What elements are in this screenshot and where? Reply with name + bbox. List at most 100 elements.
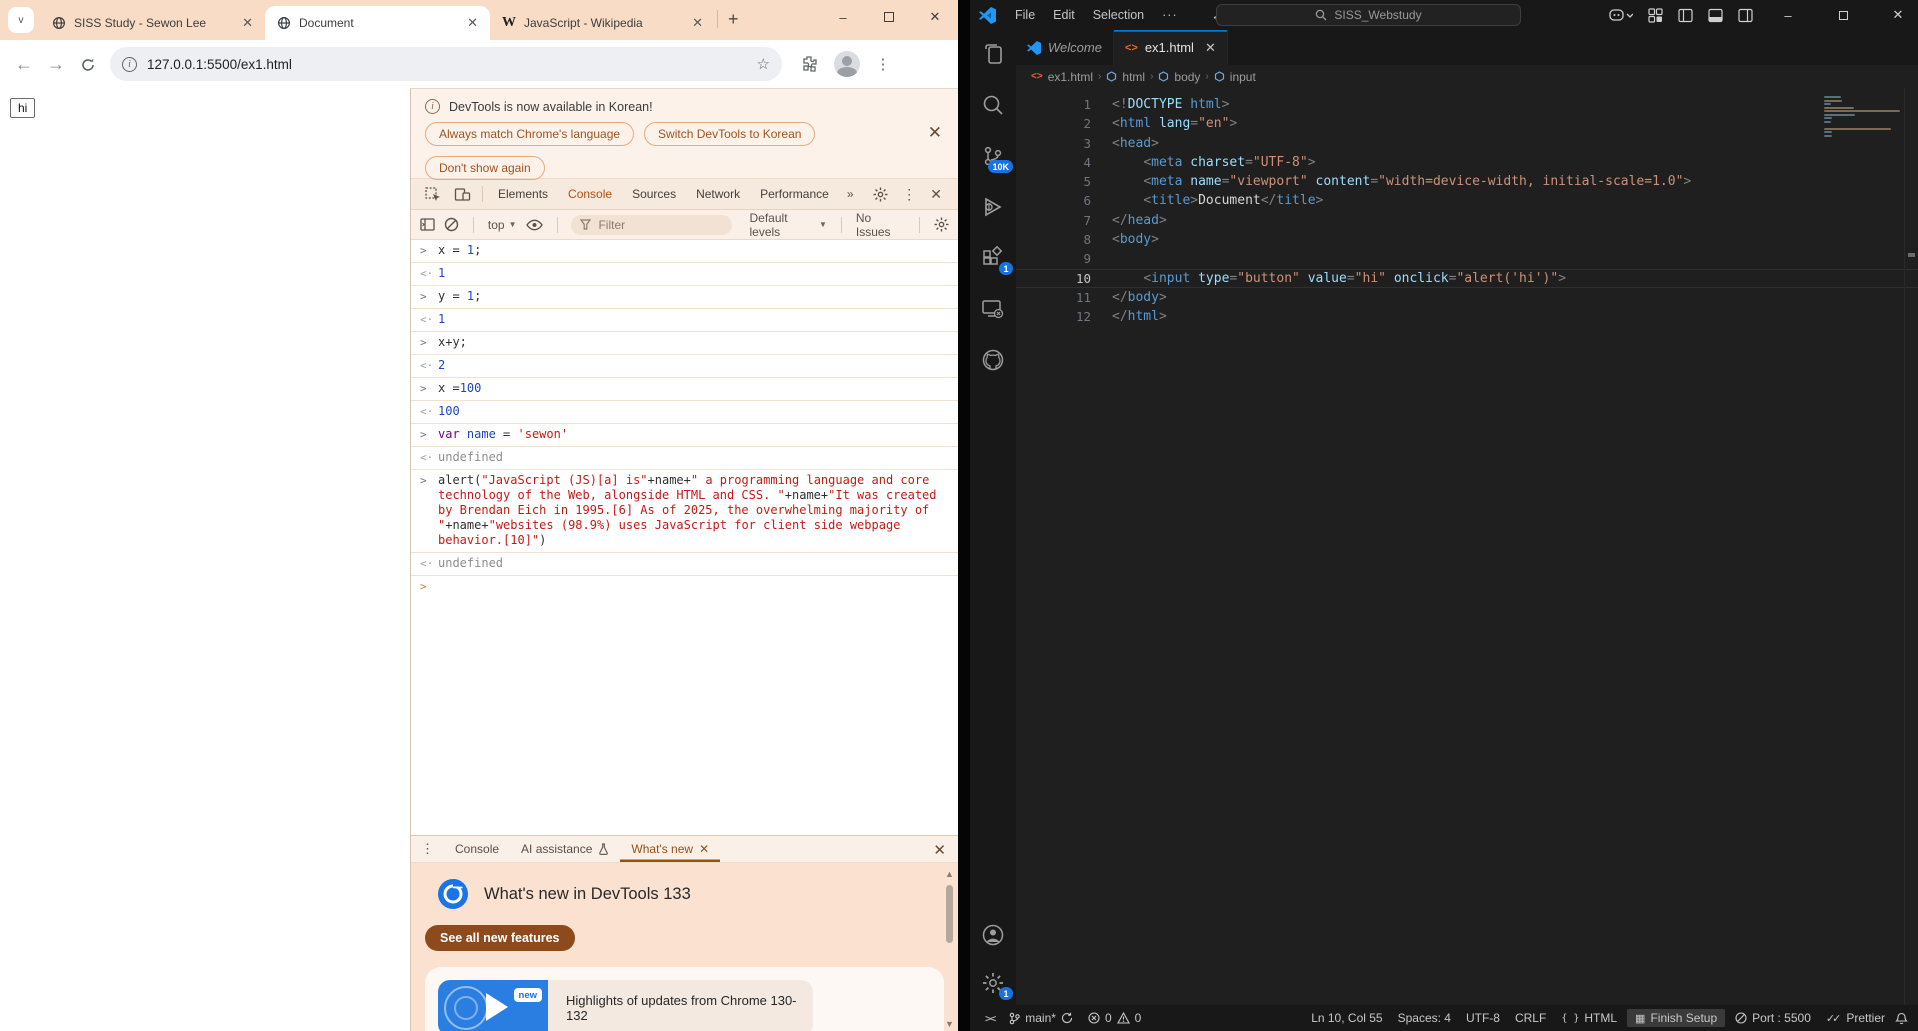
search-icon[interactable]: [981, 93, 1005, 117]
menu-more-icon[interactable]: ···: [1153, 8, 1187, 22]
forward-button[interactable]: →: [40, 54, 72, 75]
vscode-close-button[interactable]: ✕: [1878, 0, 1918, 30]
language-mode[interactable]: { } HTML: [1556, 1011, 1622, 1025]
code-line[interactable]: 3<head>: [1016, 134, 1918, 153]
whats-new-scrollbar[interactable]: ▲ ▼: [944, 869, 955, 1031]
code-line[interactable]: 7</head>: [1016, 211, 1918, 230]
site-info-icon[interactable]: i: [122, 57, 137, 72]
url-text[interactable]: 127.0.0.1:5500/ex1.html: [147, 57, 757, 72]
console-filter-input[interactable]: Filter: [571, 215, 731, 235]
tab-ex1-html[interactable]: <> ex1.html ✕: [1114, 30, 1228, 65]
video-thumbnail[interactable]: new: [438, 980, 548, 1031]
console-out-row[interactable]: <·undefined: [411, 447, 958, 470]
copilot-icon[interactable]: [1609, 8, 1633, 22]
tab-welcome[interactable]: Welcome: [1016, 30, 1114, 65]
live-server-port[interactable]: Port : 5500: [1730, 1011, 1816, 1025]
prettier-item[interactable]: ✓✓ Prettier: [1821, 1011, 1890, 1025]
reload-button[interactable]: [72, 54, 104, 75]
clear-console-icon[interactable]: [444, 217, 459, 232]
scrollbar-thumb[interactable]: [946, 885, 953, 943]
profile-avatar[interactable]: [834, 51, 860, 77]
devtools-close-icon[interactable]: ✕: [930, 186, 942, 203]
toggle-sidebar-icon[interactable]: [1678, 8, 1693, 23]
code-line[interactable]: 6 <title>Document</title>: [1016, 191, 1918, 210]
drawer-tab-ai-assistance[interactable]: AI assistance: [510, 836, 620, 862]
code-line[interactable]: 8<body>: [1016, 230, 1918, 249]
encoding[interactable]: UTF-8: [1461, 1011, 1505, 1025]
code-line[interactable]: 2<html lang="en">: [1016, 114, 1918, 133]
remote-indicator[interactable]: ><: [980, 1012, 999, 1025]
console-log[interactable]: >x = 1;<·1>y = 1;<·1>x+y;<·2>x =100<·100…: [411, 240, 958, 835]
breadcrumb-file[interactable]: ex1.html: [1048, 70, 1093, 84]
console-prompt[interactable]: >: [411, 576, 958, 583]
tab-close-icon[interactable]: ✕: [1205, 40, 1216, 56]
eol-sequence[interactable]: CRLF: [1510, 1011, 1551, 1025]
finish-setup-item[interactable]: ▦ Finish Setup: [1627, 1009, 1725, 1027]
source-control-icon[interactable]: 10K: [981, 144, 1005, 168]
console-out-row[interactable]: <·100: [411, 401, 958, 424]
browser-tab-wikipedia[interactable]: W JavaScript - Wikipedia ✕: [490, 6, 715, 40]
console-settings-gear-icon[interactable]: [934, 217, 949, 232]
console-in-row[interactable]: >var name = 'sewon': [411, 424, 958, 447]
menu-selection[interactable]: Selection: [1084, 8, 1153, 22]
console-out-row[interactable]: <·2: [411, 355, 958, 378]
minimize-button[interactable]: –: [820, 0, 866, 34]
tab-sources[interactable]: Sources: [622, 187, 686, 201]
page-hi-button[interactable]: hi: [10, 98, 35, 118]
vscode-maximize-button[interactable]: [1823, 0, 1863, 30]
explorer-icon[interactable]: [981, 42, 1005, 66]
code-line[interactable]: 12</html>: [1016, 307, 1918, 326]
eye-icon[interactable]: [526, 219, 543, 231]
switch-korean-button[interactable]: Switch DevTools to Korean: [644, 122, 815, 146]
extensions-puzzle-icon[interactable]: [800, 55, 818, 73]
drawer-tab-whats-new[interactable]: What's new ✕: [620, 836, 720, 862]
overview-ruler[interactable]: [1904, 88, 1918, 1005]
git-branch-item[interactable]: main*: [1004, 1011, 1078, 1025]
tab-close-icon[interactable]: ✕: [463, 15, 482, 31]
code-line[interactable]: 5 <meta name="viewport" content="width=d…: [1016, 172, 1918, 191]
console-in-row[interactable]: >x = 1;: [411, 240, 958, 263]
code-editor[interactable]: 1<!DOCTYPE html>2<html lang="en">3<head>…: [1016, 88, 1918, 1005]
run-debug-icon[interactable]: [981, 195, 1005, 219]
remote-explorer-icon[interactable]: [981, 297, 1005, 321]
toggle-secondary-sidebar-icon[interactable]: [1738, 8, 1753, 23]
browser-tab-siss[interactable]: SISS Study - Sewon Lee ✕: [40, 6, 265, 40]
console-out-row[interactable]: <·1: [411, 263, 958, 286]
settings-gear-icon[interactable]: [873, 187, 888, 202]
code-line[interactable]: 9: [1016, 249, 1918, 268]
devtools-menu-icon[interactable]: ⋮: [902, 186, 916, 203]
menu-edit[interactable]: Edit: [1044, 8, 1084, 22]
tab-performance[interactable]: Performance: [750, 187, 839, 201]
console-in-row[interactable]: >y = 1;: [411, 286, 958, 309]
github-icon[interactable]: [981, 348, 1005, 372]
console-in-row[interactable]: >x =100: [411, 378, 958, 401]
extensions-icon[interactable]: 1: [981, 246, 1005, 270]
console-in-row[interactable]: >x+y;: [411, 332, 958, 355]
console-out-row[interactable]: <·1: [411, 309, 958, 332]
infobar-close-icon[interactable]: ✕: [928, 123, 942, 143]
browser-tab-document[interactable]: Document ✕: [265, 6, 490, 40]
minimap[interactable]: [1824, 96, 1902, 138]
match-language-button[interactable]: Always match Chrome's language: [425, 122, 634, 146]
context-selector[interactable]: top ▼: [488, 218, 517, 232]
console-in-row[interactable]: >alert("JavaScript (JS)[a] is"+name+" a …: [411, 470, 958, 553]
drawer-close-icon[interactable]: ✕: [933, 841, 946, 859]
back-button[interactable]: ←: [8, 54, 40, 75]
command-center-search[interactable]: SISS_Webstudy: [1216, 4, 1521, 26]
code-line[interactable]: 11</body>: [1016, 288, 1918, 307]
drawer-menu-icon[interactable]: ⋮: [421, 841, 434, 857]
tab-console[interactable]: Console: [558, 187, 622, 201]
close-button[interactable]: ✕: [912, 0, 958, 34]
indentation[interactable]: Spaces: 4: [1393, 1011, 1456, 1025]
customize-layout-icon[interactable]: [1648, 8, 1663, 23]
code-line[interactable]: 4 <meta charset="UTF-8">: [1016, 153, 1918, 172]
problems-item[interactable]: 0 0: [1083, 1011, 1146, 1025]
drawer-tab-console[interactable]: Console: [444, 836, 510, 862]
code-line[interactable]: 1<!DOCTYPE html>: [1016, 95, 1918, 114]
log-levels-selector[interactable]: Default levels ▼: [750, 211, 827, 239]
new-tab-button[interactable]: +: [728, 9, 739, 30]
scroll-up-icon[interactable]: ▲: [944, 869, 955, 879]
dont-show-again-button[interactable]: Don't show again: [425, 156, 545, 180]
toggle-panel-icon[interactable]: [1708, 8, 1723, 23]
vscode-minimize-button[interactable]: –: [1768, 0, 1808, 30]
